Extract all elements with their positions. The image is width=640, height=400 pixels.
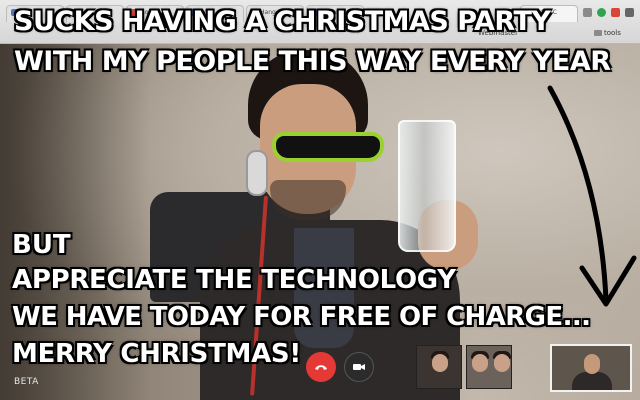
self-view-video[interactable] (550, 344, 632, 392)
camera-toggle-button[interactable] (344, 352, 374, 382)
self-view-body (572, 372, 612, 390)
self-view-face (584, 354, 600, 374)
thumbnail-face (432, 354, 448, 372)
extension-icon[interactable] (583, 8, 592, 17)
phone-hangup-icon (315, 365, 327, 370)
thumbnail-face (494, 354, 510, 372)
meme-caption-bottom-4: MERRY CHRISTMAS! (12, 339, 301, 369)
meme-caption-top-1: SUCKS HAVING A CHRISTMAS PARTY (14, 6, 551, 37)
bookmark-tools[interactable]: tools (594, 29, 621, 37)
beta-label: BETA (14, 377, 39, 387)
participant-thumbnails (416, 345, 512, 389)
arrow-icon (547, 85, 637, 307)
video-camera-icon (353, 364, 365, 370)
sunglasses (272, 132, 384, 162)
meme-caption-top-2: WITH MY PEOPLE THIS WAY EVERY YEAR (14, 46, 611, 77)
participant-thumbnail[interactable] (466, 345, 512, 389)
extension-green-icon[interactable] (597, 8, 606, 17)
drinking-glass (398, 120, 456, 252)
extension-red-icon[interactable] (611, 8, 620, 17)
meme-caption-bottom-1: BUT (12, 230, 71, 260)
beard (270, 180, 346, 220)
folder-icon (594, 30, 602, 36)
thumbnail-face (472, 354, 488, 372)
menu-icon[interactable] (625, 8, 634, 17)
call-controls (306, 352, 374, 382)
hangup-button[interactable] (306, 352, 336, 382)
meme-caption-bottom-2: APPRECIATE THE TECHNOLOGY (12, 265, 456, 295)
meme-caption-bottom-3: WE HAVE TODAY FOR FREE OF CHARGE... (12, 302, 591, 332)
participant-thumbnail[interactable] (416, 345, 462, 389)
headphones (246, 150, 268, 196)
toolbar-icons (583, 8, 634, 17)
